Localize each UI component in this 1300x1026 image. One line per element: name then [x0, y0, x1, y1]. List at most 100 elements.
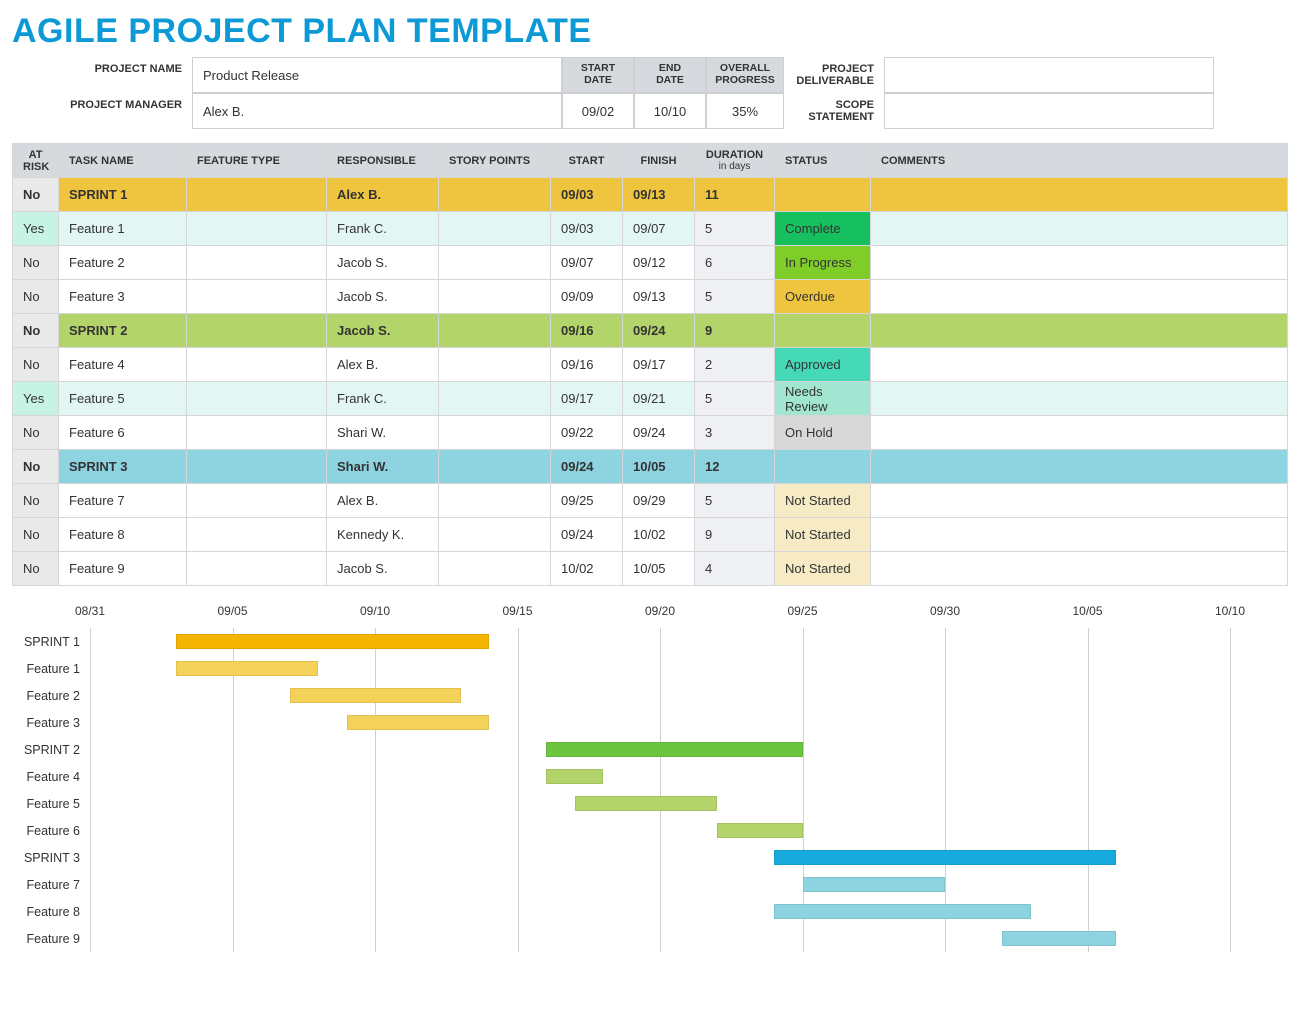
cell-start[interactable]: 09/24: [551, 450, 623, 484]
cell-task-name[interactable]: Feature 9: [59, 552, 187, 586]
cell-finish[interactable]: 09/24: [623, 416, 695, 450]
cell-finish[interactable]: 09/07: [623, 212, 695, 246]
cell-finish[interactable]: 10/05: [623, 450, 695, 484]
cell-task-name[interactable]: Feature 2: [59, 246, 187, 280]
cell-finish[interactable]: 09/13: [623, 178, 695, 212]
cell-feature-type[interactable]: [187, 246, 327, 280]
cell-duration[interactable]: 11: [695, 178, 775, 212]
cell-story-points[interactable]: [439, 348, 551, 382]
cell-finish[interactable]: 09/21: [623, 382, 695, 416]
cell-responsible[interactable]: Alex B.: [327, 178, 439, 212]
cell-responsible[interactable]: Jacob S.: [327, 552, 439, 586]
cell-status[interactable]: Not Started: [775, 484, 871, 518]
cell-finish[interactable]: 09/12: [623, 246, 695, 280]
table-row[interactable]: NoFeature 6Shari W.09/2209/243On Hold: [13, 416, 1288, 450]
cell-responsible[interactable]: Kennedy K.: [327, 518, 439, 552]
cell-start[interactable]: 09/17: [551, 382, 623, 416]
field-project-name[interactable]: Product Release: [192, 57, 562, 93]
cell-at-risk[interactable]: Yes: [13, 212, 59, 246]
cell-duration[interactable]: 6: [695, 246, 775, 280]
table-row[interactable]: YesFeature 1Frank C.09/0309/075Complete: [13, 212, 1288, 246]
cell-start[interactable]: 09/25: [551, 484, 623, 518]
cell-task-name[interactable]: SPRINT 3: [59, 450, 187, 484]
cell-at-risk[interactable]: No: [13, 484, 59, 518]
cell-task-name[interactable]: Feature 4: [59, 348, 187, 382]
field-project-deliverable[interactable]: [884, 57, 1214, 93]
cell-status[interactable]: Approved: [775, 348, 871, 382]
table-row[interactable]: NoSPRINT 2Jacob S.09/1609/249: [13, 314, 1288, 348]
cell-story-points[interactable]: [439, 246, 551, 280]
cell-at-risk[interactable]: No: [13, 280, 59, 314]
cell-start[interactable]: 09/16: [551, 314, 623, 348]
cell-story-points[interactable]: [439, 484, 551, 518]
cell-feature-type[interactable]: [187, 212, 327, 246]
cell-status[interactable]: Not Started: [775, 518, 871, 552]
cell-start[interactable]: 09/03: [551, 212, 623, 246]
cell-start[interactable]: 10/02: [551, 552, 623, 586]
cell-feature-type[interactable]: [187, 382, 327, 416]
cell-responsible[interactable]: Frank C.: [327, 382, 439, 416]
cell-comments[interactable]: [871, 348, 1288, 382]
cell-finish[interactable]: 10/02: [623, 518, 695, 552]
cell-feature-type[interactable]: [187, 552, 327, 586]
cell-story-points[interactable]: [439, 518, 551, 552]
cell-comments[interactable]: [871, 484, 1288, 518]
cell-status[interactable]: [775, 178, 871, 212]
cell-feature-type[interactable]: [187, 416, 327, 450]
cell-comments[interactable]: [871, 382, 1288, 416]
cell-at-risk[interactable]: No: [13, 178, 59, 212]
cell-duration[interactable]: 5: [695, 382, 775, 416]
cell-at-risk[interactable]: Yes: [13, 382, 59, 416]
cell-duration[interactable]: 2: [695, 348, 775, 382]
table-row[interactable]: NoFeature 4Alex B.09/1609/172Approved: [13, 348, 1288, 382]
cell-responsible[interactable]: Alex B.: [327, 484, 439, 518]
cell-feature-type[interactable]: [187, 484, 327, 518]
cell-finish[interactable]: 09/24: [623, 314, 695, 348]
cell-feature-type[interactable]: [187, 314, 327, 348]
cell-story-points[interactable]: [439, 552, 551, 586]
cell-at-risk[interactable]: No: [13, 552, 59, 586]
cell-feature-type[interactable]: [187, 178, 327, 212]
table-row[interactable]: NoFeature 8Kennedy K.09/2410/029Not Star…: [13, 518, 1288, 552]
cell-at-risk[interactable]: No: [13, 246, 59, 280]
cell-story-points[interactable]: [439, 314, 551, 348]
field-overall-progress[interactable]: 35%: [706, 93, 784, 129]
cell-responsible[interactable]: Shari W.: [327, 450, 439, 484]
cell-status[interactable]: Overdue: [775, 280, 871, 314]
cell-comments[interactable]: [871, 246, 1288, 280]
cell-task-name[interactable]: Feature 5: [59, 382, 187, 416]
cell-status[interactable]: [775, 450, 871, 484]
cell-status[interactable]: Needs Review: [775, 382, 871, 416]
field-scope-statement[interactable]: [884, 93, 1214, 129]
table-row[interactable]: NoFeature 7Alex B.09/2509/295Not Started: [13, 484, 1288, 518]
cell-comments[interactable]: [871, 450, 1288, 484]
cell-finish[interactable]: 09/13: [623, 280, 695, 314]
cell-responsible[interactable]: Jacob S.: [327, 246, 439, 280]
cell-responsible[interactable]: Jacob S.: [327, 280, 439, 314]
cell-finish[interactable]: 10/05: [623, 552, 695, 586]
cell-status[interactable]: In Progress: [775, 246, 871, 280]
field-project-manager[interactable]: Alex B.: [192, 93, 562, 129]
cell-feature-type[interactable]: [187, 518, 327, 552]
cell-responsible[interactable]: Frank C.: [327, 212, 439, 246]
table-row[interactable]: NoSPRINT 1Alex B.09/0309/1311: [13, 178, 1288, 212]
cell-duration[interactable]: 5: [695, 484, 775, 518]
cell-at-risk[interactable]: No: [13, 518, 59, 552]
table-row[interactable]: NoFeature 2Jacob S.09/0709/126In Progres…: [13, 246, 1288, 280]
cell-status[interactable]: [775, 314, 871, 348]
cell-comments[interactable]: [871, 552, 1288, 586]
cell-task-name[interactable]: Feature 3: [59, 280, 187, 314]
cell-responsible[interactable]: Jacob S.: [327, 314, 439, 348]
cell-story-points[interactable]: [439, 416, 551, 450]
cell-at-risk[interactable]: No: [13, 450, 59, 484]
cell-duration[interactable]: 12: [695, 450, 775, 484]
cell-task-name[interactable]: SPRINT 2: [59, 314, 187, 348]
cell-finish[interactable]: 09/17: [623, 348, 695, 382]
table-row[interactable]: NoFeature 9Jacob S.10/0210/054Not Starte…: [13, 552, 1288, 586]
field-end-date[interactable]: 10/10: [634, 93, 706, 129]
cell-feature-type[interactable]: [187, 450, 327, 484]
cell-comments[interactable]: [871, 178, 1288, 212]
cell-start[interactable]: 09/22: [551, 416, 623, 450]
cell-comments[interactable]: [871, 212, 1288, 246]
cell-feature-type[interactable]: [187, 280, 327, 314]
